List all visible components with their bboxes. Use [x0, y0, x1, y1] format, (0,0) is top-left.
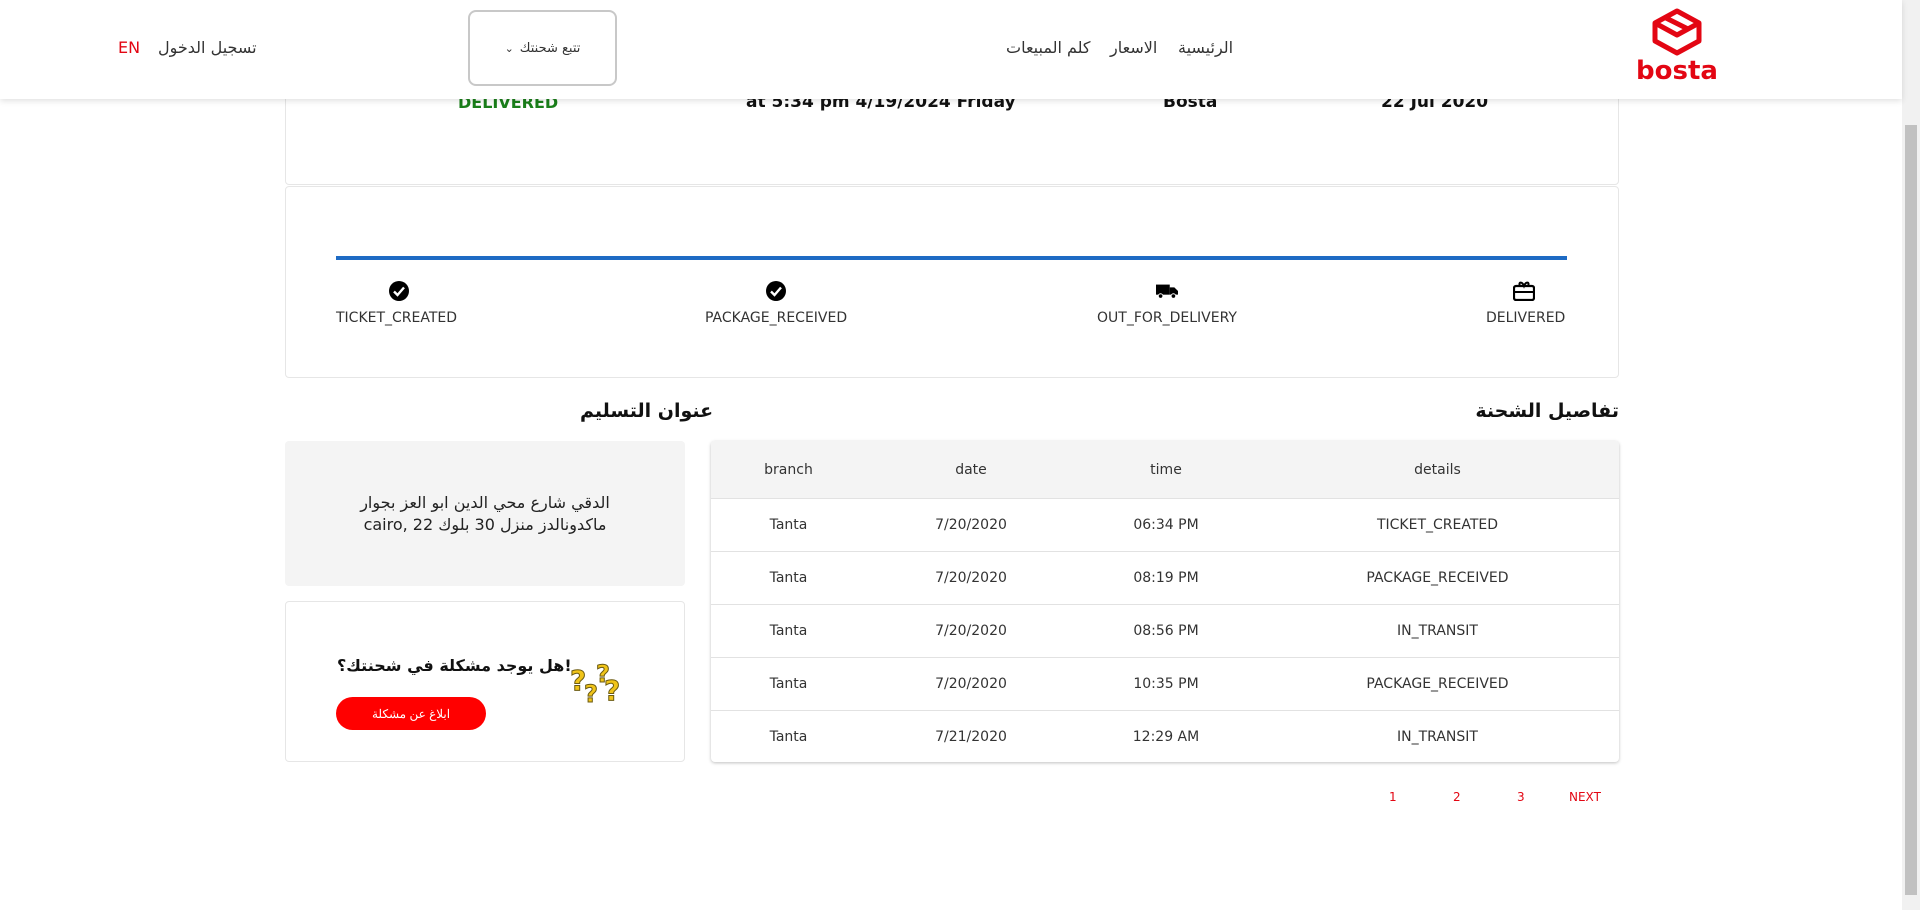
track-shipment-label: تتبع شحنتك	[519, 40, 581, 56]
column-header-date: date	[955, 461, 987, 478]
delivery-address-text: الدقي شارع محي الدين ابو العز بجوار ماكد…	[360, 492, 610, 534]
progress-bar	[336, 256, 1567, 260]
cell-date: 7/20/2020	[935, 517, 1007, 533]
progress-card	[285, 186, 1619, 378]
cell-time: 08:56 PM	[1133, 623, 1199, 639]
cell-date: 7/20/2020	[935, 570, 1007, 586]
svg-text:?: ?	[604, 674, 620, 707]
bosta-logo-icon	[1652, 8, 1702, 56]
column-header-branch: branch	[764, 461, 813, 478]
report-problem-button[interactable]: ابلاغ عن مشكلة	[336, 697, 486, 730]
nav-home-link[interactable]: الرئيسية	[1178, 38, 1233, 57]
table-row: Tanta 7/20/2020 06:34 PM TICKET_CREATED	[711, 498, 1619, 551]
cell-time: 06:34 PM	[1133, 517, 1199, 533]
cell-branch: Tanta	[769, 623, 808, 639]
shipment-details-title: تفاصيل الشحنة	[1475, 400, 1619, 422]
login-link[interactable]: تسجيل الدخول	[158, 38, 257, 57]
chevron-down-icon: ⌄	[504, 41, 514, 55]
delivery-address-title: عنوان التسليم	[580, 400, 714, 422]
table-row: Tanta 7/20/2020 10:35 PM PACKAGE_RECEIVE…	[711, 657, 1619, 710]
column-header-time: time	[1150, 461, 1182, 478]
nav-sales-link[interactable]: كلم المبيعات	[1006, 38, 1091, 57]
step-label: OUT_FOR_DELIVERY	[1097, 310, 1237, 326]
gift-box-icon	[1513, 280, 1536, 302]
pagination-next[interactable]: NEXT	[1569, 790, 1601, 804]
top-header: bosta الرئيسية الاسعار كلم المبيعات ⌄ تت…	[0, 0, 1902, 99]
cell-branch: Tanta	[769, 729, 808, 745]
table-row: Tanta 7/20/2020 08:56 PM IN_TRANSIT	[711, 604, 1619, 657]
column-header-details: details	[1414, 461, 1461, 478]
cell-branch: Tanta	[769, 676, 808, 692]
cell-time: 10:35 PM	[1133, 676, 1199, 692]
pagination-page-3[interactable]: 3	[1517, 790, 1525, 804]
cell-branch: Tanta	[769, 570, 808, 586]
progress-step-package-received: PACKAGE_RECEIVED	[705, 280, 847, 326]
cell-time: 12:29 AM	[1132, 729, 1200, 745]
language-toggle[interactable]: EN	[118, 38, 140, 57]
cell-branch: Tanta	[769, 517, 808, 533]
cell-date: 7/20/2020	[935, 676, 1007, 692]
pagination-page-2[interactable]: 2	[1453, 790, 1461, 804]
check-circle-icon	[388, 280, 410, 302]
cell-details: PACKAGE_RECEIVED	[1366, 570, 1509, 586]
table-header: branch date time details	[711, 441, 1619, 498]
report-problem-title: هل يوجد مشكلة في شحنتك؟!	[337, 656, 572, 675]
question-marks-icon: ? ? ? ?	[568, 652, 628, 709]
cell-details: TICKET_CREATED	[1376, 517, 1499, 533]
cell-date: 7/20/2020	[935, 623, 1007, 639]
pagination-page-1[interactable]: 1	[1389, 790, 1397, 804]
scrollbar-thumb[interactable]	[1905, 125, 1917, 895]
table-row: Tanta 7/21/2020 12:29 AM IN_TRANSIT	[711, 710, 1619, 762]
truck-icon	[1155, 280, 1178, 302]
step-label: TICKET_CREATED	[336, 310, 458, 326]
table-row: Tanta 7/20/2020 08:19 PM PACKAGE_RECEIVE…	[711, 551, 1619, 604]
nav-prices-link[interactable]: الاسعار	[1110, 38, 1157, 57]
step-label: PACKAGE_RECEIVED	[705, 310, 848, 326]
cell-details: IN_TRANSIT	[1397, 729, 1478, 745]
progress-step-out-for-delivery: OUT_FOR_DELIVERY	[1097, 280, 1237, 326]
step-label: DELIVERED	[1486, 310, 1566, 326]
check-circle-icon	[765, 280, 787, 302]
delivery-address-card: الدقي شارع محي الدين ابو العز بجوار ماكد…	[285, 441, 685, 586]
cell-date: 7/21/2020	[935, 729, 1007, 745]
progress-step-delivered: DELIVERED	[1486, 280, 1565, 326]
cell-details: IN_TRANSIT	[1397, 623, 1478, 639]
viewport: DELIVERED at 5:34 pm 4/19/2024 Friday Bo…	[0, 0, 1920, 910]
cell-time: 08:19 PM	[1133, 570, 1199, 586]
shipment-details-table: branch date time details Tanta 7/20/2020…	[711, 441, 1619, 762]
progress-step-ticket-created: TICKET_CREATED	[336, 280, 457, 326]
bosta-logo[interactable]: bosta	[1636, 8, 1718, 88]
logo-text: bosta	[1636, 56, 1718, 86]
track-shipment-dropdown[interactable]: ⌄ تتبع شحنتك	[468, 10, 617, 86]
cell-details: PACKAGE_RECEIVED	[1366, 676, 1509, 692]
